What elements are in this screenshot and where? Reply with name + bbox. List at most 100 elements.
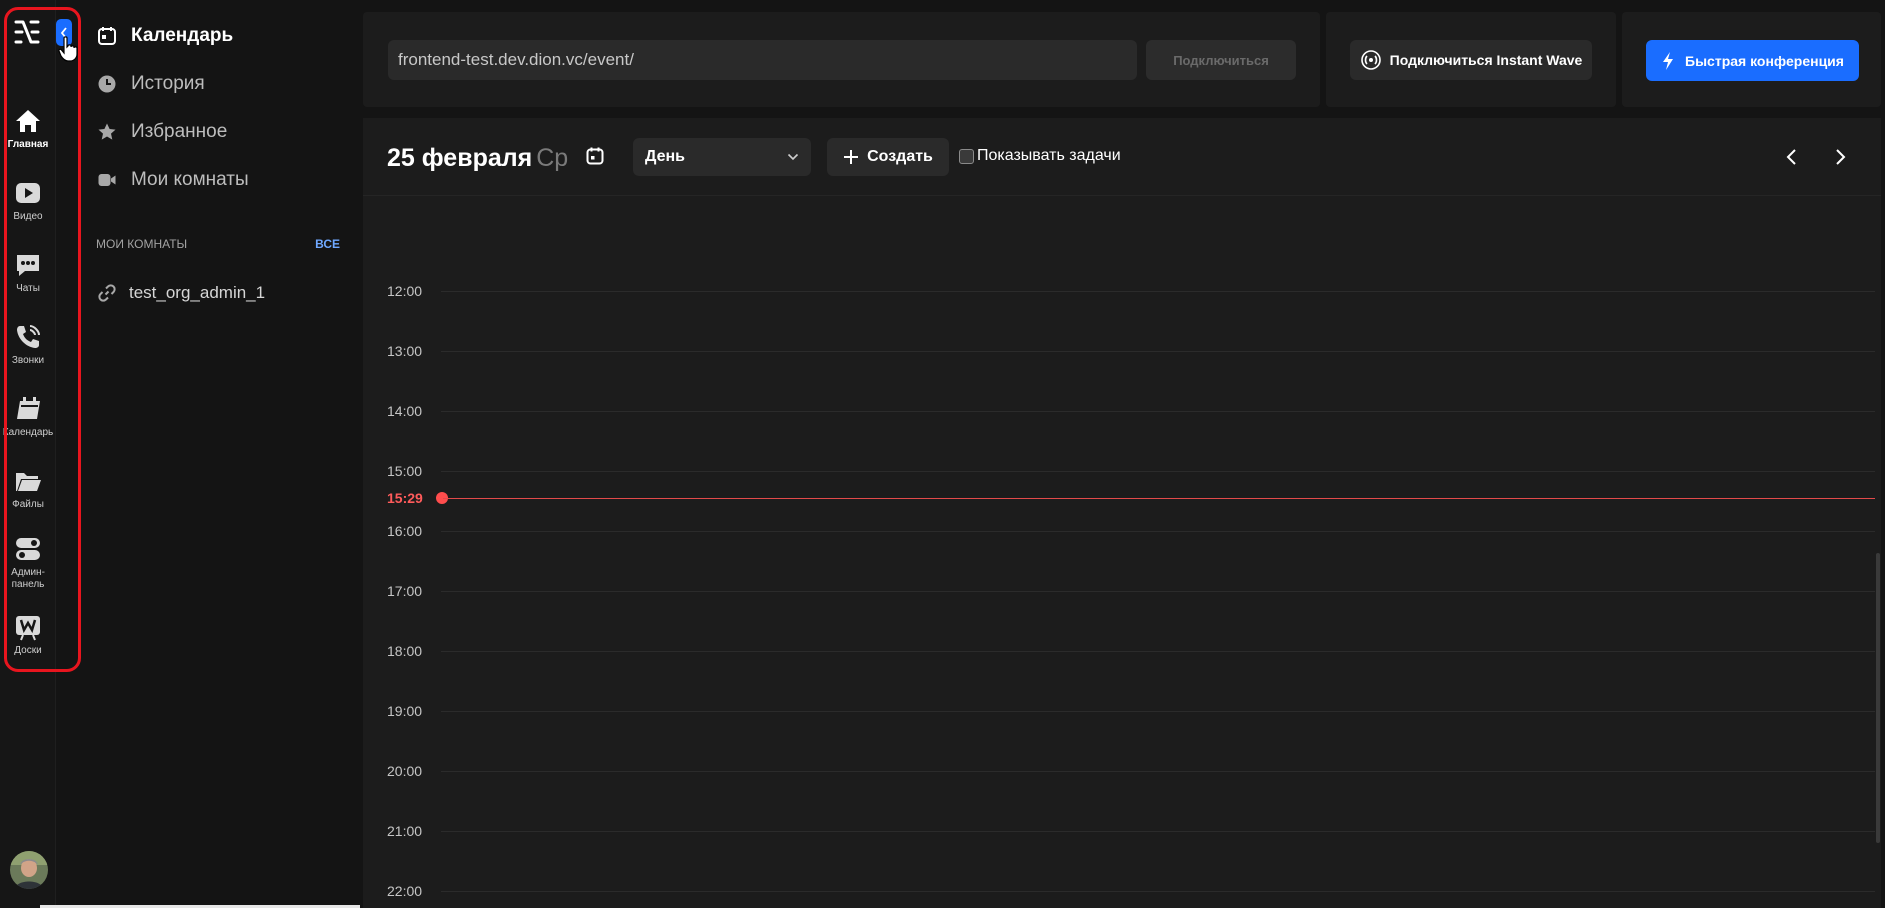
connect-button[interactable]: Подключиться xyxy=(1146,40,1296,80)
current-weekday: Ср xyxy=(536,144,569,172)
hour-line xyxy=(441,291,1875,292)
rail-item-label: Доски xyxy=(14,645,42,656)
show-tasks-toggle[interactable]: Показывать задачи xyxy=(959,147,1121,165)
star-icon xyxy=(98,123,116,140)
toggle-icon xyxy=(16,538,40,560)
date-picker-icon[interactable] xyxy=(585,146,605,166)
hour-line xyxy=(441,531,1875,532)
my-rooms-section-header: МОИ КОМНАТЫ ВСЕ xyxy=(96,237,340,251)
create-event-button[interactable]: Создать xyxy=(827,138,949,176)
rail-item-boards[interactable]: Доски xyxy=(0,612,56,657)
hour-label: 19:00 xyxy=(387,703,423,719)
hour-row: 15:00 xyxy=(363,463,1881,479)
create-event-label: Создать xyxy=(867,148,933,165)
quick-conference-panel: Быстрая конференция xyxy=(1622,12,1881,107)
hour-label: 17:00 xyxy=(387,583,423,599)
hour-label: 21:00 xyxy=(387,823,423,839)
current-time-label: 15:29 xyxy=(387,490,423,506)
event-url-input[interactable] xyxy=(388,40,1137,80)
calendar-icon xyxy=(98,27,116,45)
sidebar-item-calendar[interactable]: Календарь xyxy=(97,25,233,47)
quick-conference-button[interactable]: Быстрая конференция xyxy=(1646,40,1859,81)
hour-line xyxy=(441,471,1875,472)
app-window: Главная Видео Чаты Звонки Календарь Файл… xyxy=(0,0,1885,908)
hour-line xyxy=(441,351,1875,352)
hour-label: 14:00 xyxy=(387,403,423,419)
rail-item-video[interactable]: Видео xyxy=(0,178,56,223)
hour-label: 13:00 xyxy=(387,343,423,359)
rail-item-label: Календарь xyxy=(2,427,54,438)
join-by-link-panel: Подключиться xyxy=(363,12,1320,107)
calendar-icon xyxy=(17,397,40,419)
sidebar-item-label: Мои комнаты xyxy=(131,169,249,190)
hour-line xyxy=(441,891,1875,892)
sidebar-item-my-rooms[interactable]: Мои комнаты xyxy=(97,169,249,191)
camera-icon xyxy=(98,174,116,186)
clock-icon xyxy=(98,75,116,93)
hour-row: 22:00 xyxy=(363,883,1881,899)
wave-icon xyxy=(1360,50,1381,70)
plus-icon xyxy=(844,150,859,164)
calendar-panel: 25 февраля Ср День Создать Показывать зад… xyxy=(363,118,1881,908)
calendar-scrollbar[interactable] xyxy=(1876,553,1880,843)
rail-item-home[interactable]: Главная xyxy=(0,106,56,151)
show-tasks-label: Показывать задачи xyxy=(977,147,1121,164)
user-avatar[interactable] xyxy=(10,851,48,889)
hour-label: 18:00 xyxy=(387,643,423,659)
hour-label: 12:00 xyxy=(387,283,423,299)
rail-item-admin[interactable]: Админ- панель xyxy=(0,534,56,591)
hour-line xyxy=(441,831,1875,832)
rail-item-label: Админ- панель xyxy=(11,567,45,590)
hour-label: 20:00 xyxy=(387,763,423,779)
current-date: 25 февраля xyxy=(387,144,533,172)
chat-icon xyxy=(17,255,39,276)
rail-item-files[interactable]: Файлы xyxy=(0,466,56,511)
hour-label: 15:00 xyxy=(387,463,423,479)
view-mode-select[interactable]: День xyxy=(633,138,811,176)
hour-row: 13:00 xyxy=(363,343,1881,359)
phone-icon xyxy=(17,325,40,348)
hour-line xyxy=(441,411,1875,412)
room-item-test-org-admin-1[interactable]: test_org_admin_1 xyxy=(97,283,265,303)
hour-row: 17:00 xyxy=(363,583,1881,599)
avatar-image xyxy=(10,851,48,889)
sidebar-item-history[interactable]: История xyxy=(97,73,205,95)
show-all-rooms-link[interactable]: ВСЕ xyxy=(315,237,340,251)
rail-item-label: Чаты xyxy=(16,283,40,294)
board-icon xyxy=(16,616,40,641)
home-icon xyxy=(16,110,40,132)
left-rail: Главная Видео Чаты Звонки Календарь Файл… xyxy=(0,0,56,908)
hour-row: 16:00 xyxy=(363,523,1881,539)
hour-label: 22:00 xyxy=(387,883,423,899)
instant-wave-label: Подключиться Instant Wave xyxy=(1389,52,1583,68)
previous-day-button[interactable] xyxy=(1779,144,1805,170)
hour-line xyxy=(441,711,1875,712)
sidebar-item-label: Календарь xyxy=(131,25,234,46)
app-logo-icon[interactable] xyxy=(13,18,41,46)
view-mode-value: День xyxy=(645,148,685,165)
current-time-indicator: 15:29 xyxy=(363,490,1881,506)
current-time-line xyxy=(443,498,1875,499)
link-icon xyxy=(98,284,116,302)
hour-row: 18:00 xyxy=(363,643,1881,659)
hour-line xyxy=(441,591,1875,592)
calendar-toolbar: 25 февраля Ср День Создать Показывать зад… xyxy=(363,118,1881,196)
instant-wave-panel: Подключиться Instant Wave xyxy=(1326,12,1616,107)
connect-instant-wave-button[interactable]: Подключиться Instant Wave xyxy=(1350,40,1592,80)
rail-item-label: Видео xyxy=(13,211,43,222)
rail-item-calls[interactable]: Звонки xyxy=(0,322,56,367)
sidebar-item-label: История xyxy=(131,73,205,94)
hour-row: 20:00 xyxy=(363,763,1881,779)
video-icon xyxy=(16,183,40,203)
sidebar-item-label: Избранное xyxy=(131,121,228,142)
rail-item-calendar[interactable]: Календарь xyxy=(0,394,56,439)
rail-item-label: Главная xyxy=(7,139,49,150)
section-title: МОИ КОМНАТЫ xyxy=(96,237,188,251)
current-date-title: 25 февраля Ср xyxy=(387,144,568,173)
rail-item-chats[interactable]: Чаты xyxy=(0,250,56,295)
rail-item-label: Звонки xyxy=(11,355,45,366)
next-day-button[interactable] xyxy=(1827,144,1853,170)
hour-row: 19:00 xyxy=(363,703,1881,719)
show-tasks-checkbox[interactable] xyxy=(959,148,974,164)
sidebar-item-favorites[interactable]: Избранное xyxy=(97,121,227,143)
